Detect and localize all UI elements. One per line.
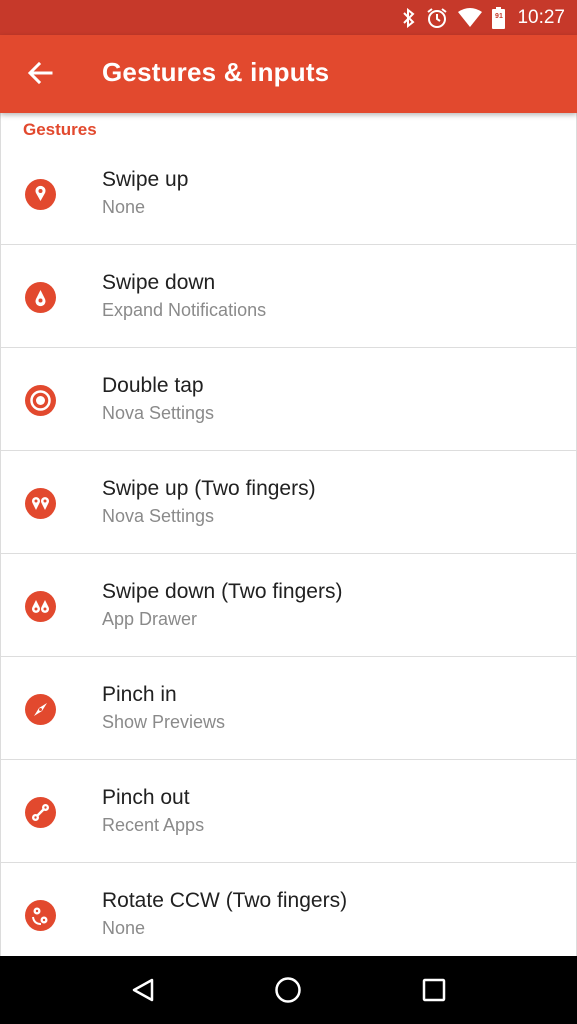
item-subtitle: Nova Settings — [102, 403, 215, 423]
status-time: 10:27 — [517, 6, 565, 28]
page-title: Gestures & inputs — [102, 57, 330, 87]
item-subtitle: Recent Apps — [102, 815, 205, 835]
gesture-list: Swipe up None Swipe down Expand Notifica… — [1, 142, 576, 956]
item-subtitle: Nova Settings — [102, 506, 215, 526]
list-item-swipe-up[interactable]: Swipe up None — [1, 142, 576, 245]
list-item-double-tap[interactable]: Double tap Nova Settings — [1, 348, 576, 451]
bluetooth-icon — [402, 7, 416, 28]
battery-icon: 91 — [492, 6, 506, 29]
list-item-pinch-in[interactable]: Pinch in Show Previews — [1, 657, 576, 760]
arrow-back-icon — [27, 61, 53, 85]
item-title: Pinch in — [102, 683, 177, 706]
nav-back-icon — [132, 978, 154, 1002]
nav-home-icon — [275, 977, 302, 1003]
nav-back-button[interactable] — [113, 960, 173, 1020]
alarm-icon — [426, 7, 448, 29]
item-subtitle: None — [102, 197, 146, 217]
section-header-gestures: Gestures — [23, 120, 97, 139]
nav-home-button[interactable] — [258, 960, 318, 1020]
rotate-ccw-icon — [25, 900, 56, 931]
double-tap-icon — [25, 385, 56, 416]
two-finger-swipe-up-icon — [25, 488, 56, 519]
list-item-swipe-down[interactable]: Swipe down Expand Notifications — [1, 245, 576, 348]
pinch-in-icon — [25, 694, 56, 725]
back-button[interactable] — [22, 55, 58, 91]
pinch-out-icon — [25, 797, 56, 828]
app-bar: Gestures & inputs — [0, 35, 577, 113]
navigation-bar — [0, 956, 577, 1024]
item-title: Swipe up — [102, 168, 189, 191]
two-finger-swipe-down-icon — [25, 591, 56, 622]
item-title: Double tap — [102, 374, 204, 397]
wifi-icon — [458, 7, 483, 28]
nav-recents-button[interactable] — [404, 960, 464, 1020]
swipe-down-icon — [25, 282, 56, 313]
item-title: Rotate CCW (Two fingers) — [102, 889, 348, 912]
item-title: Swipe down (Two fingers) — [102, 580, 343, 603]
battery-level: 91 — [495, 12, 503, 20]
item-subtitle: Show Previews — [102, 712, 226, 732]
item-subtitle: App Drawer — [102, 609, 198, 629]
item-subtitle: None — [102, 918, 146, 938]
list-item-rotate-ccw[interactable]: Rotate CCW (Two fingers) None — [1, 863, 576, 956]
item-subtitle: Expand Notifications — [102, 300, 267, 320]
item-title: Swipe down — [102, 271, 216, 294]
list-item-swipe-up-two-fingers[interactable]: Swipe up (Two fingers) Nova Settings — [1, 451, 576, 554]
nav-recents-icon — [422, 978, 446, 1002]
swipe-up-icon — [25, 179, 56, 210]
item-title: Swipe up (Two fingers) — [102, 477, 316, 500]
list-item-swipe-down-two-fingers[interactable]: Swipe down (Two fingers) App Drawer — [1, 554, 576, 657]
list-item-pinch-out[interactable]: Pinch out Recent Apps — [1, 760, 576, 863]
settings-list-container: Gestures Swipe up None Swipe down Expand… — [0, 113, 577, 956]
item-title: Pinch out — [102, 786, 190, 809]
status-bar: 91 10:27 — [0, 0, 577, 35]
